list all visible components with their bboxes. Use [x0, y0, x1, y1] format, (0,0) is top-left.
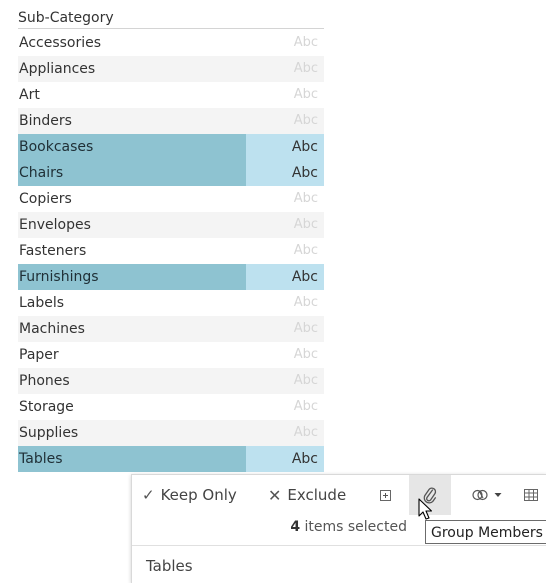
selection-count: 4 items selected: [132, 519, 407, 535]
sub-category-cell[interactable]: Art: [18, 82, 246, 108]
table-row[interactable]: Supplies Abc: [18, 420, 324, 446]
table-row[interactable]: Phones Abc: [18, 368, 324, 394]
mark-cell[interactable]: Abc: [246, 342, 324, 368]
sub-category-list: Accessories Abc Appliances Abc Art Abc Binders…: [18, 30, 324, 472]
sub-category-cell[interactable]: Paper: [18, 342, 246, 368]
mark-cell[interactable]: Abc: [246, 30, 324, 56]
table-row[interactable]: Storage Abc: [18, 394, 324, 420]
mark-cell[interactable]: Abc: [246, 134, 324, 160]
sub-category-cell[interactable]: Phones: [18, 368, 246, 394]
mark-cell[interactable]: Abc: [246, 108, 324, 134]
table-row[interactable]: Fasteners Abc: [18, 238, 324, 264]
sub-category-cell[interactable]: Accessories: [18, 30, 246, 56]
table-row[interactable]: Chairs Abc: [18, 160, 324, 186]
group-members-tooltip: Group Members: [425, 520, 546, 544]
mark-cell[interactable]: Abc: [246, 446, 324, 472]
table-row[interactable]: Tables Abc: [18, 446, 324, 472]
view-data-button[interactable]: [524, 475, 538, 515]
mark-cell[interactable]: Abc: [246, 264, 324, 290]
table-row[interactable]: Paper Abc: [18, 342, 324, 368]
column-header[interactable]: Sub-Category: [18, 8, 324, 29]
mark-cell[interactable]: Abc: [246, 238, 324, 264]
mark-cell[interactable]: Abc: [246, 56, 324, 82]
divider: [132, 545, 546, 546]
sub-category-cell[interactable]: Supplies: [18, 420, 246, 446]
mark-cell[interactable]: Abc: [246, 394, 324, 420]
table-row[interactable]: Copiers Abc: [18, 186, 324, 212]
exclude-label: Exclude: [287, 486, 347, 504]
sub-category-cell[interactable]: Storage: [18, 394, 246, 420]
table-row[interactable]: Machines Abc: [18, 316, 324, 342]
selected-count-text: items selected: [304, 519, 407, 535]
sub-category-cell[interactable]: Envelopes: [18, 212, 246, 238]
table-row[interactable]: Accessories Abc: [18, 30, 324, 56]
mouse-pointer-icon: [418, 498, 433, 520]
table-row[interactable]: Appliances Abc: [18, 56, 324, 82]
table-row[interactable]: Furnishings Abc: [18, 264, 324, 290]
selected-count-number: 4: [290, 519, 301, 535]
mark-cell[interactable]: Abc: [246, 212, 324, 238]
table-row[interactable]: Envelopes Abc: [18, 212, 324, 238]
exclude-button[interactable]: ✕ Exclude: [268, 475, 346, 515]
table-row[interactable]: Binders Abc: [18, 108, 324, 134]
keep-only-button[interactable]: ✓ Keep Only: [142, 475, 237, 515]
mark-cell[interactable]: Abc: [246, 368, 324, 394]
tooltip-field-value: Tables: [146, 557, 193, 575]
expand-button[interactable]: [374, 475, 396, 515]
checkmark-icon: ✓: [142, 486, 155, 504]
sub-category-cell[interactable]: Bookcases: [18, 134, 247, 160]
chevron-down-icon: [494, 493, 502, 497]
sub-category-cell[interactable]: Furnishings: [18, 264, 247, 290]
venn-icon: [472, 489, 488, 501]
tooltip-toolbar: ✓ Keep Only ✕ Exclude: [132, 475, 546, 515]
sub-category-cell[interactable]: Binders: [18, 108, 246, 134]
sub-category-cell[interactable]: Chairs: [18, 160, 247, 186]
table-row[interactable]: Labels Abc: [18, 290, 324, 316]
sub-category-cell[interactable]: Tables: [18, 446, 247, 472]
mark-cell[interactable]: Abc: [246, 316, 324, 342]
mark-cell[interactable]: Abc: [246, 186, 324, 212]
sub-category-cell[interactable]: Fasteners: [18, 238, 246, 264]
create-set-button[interactable]: [472, 475, 503, 515]
mark-cell[interactable]: Abc: [246, 290, 324, 316]
keep-only-label: Keep Only: [160, 486, 237, 504]
table-row[interactable]: Art Abc: [18, 82, 324, 108]
plus-box-icon: [379, 489, 391, 501]
sub-category-cell[interactable]: Labels: [18, 290, 246, 316]
x-icon: ✕: [268, 485, 282, 505]
sub-category-cell[interactable]: Appliances: [18, 56, 246, 82]
mark-cell[interactable]: Abc: [246, 160, 324, 186]
mark-cell[interactable]: Abc: [246, 420, 324, 446]
sub-category-cell[interactable]: Copiers: [18, 186, 246, 212]
grid-icon: [524, 489, 538, 501]
mark-cell[interactable]: Abc: [246, 82, 324, 108]
table-row[interactable]: Bookcases Abc: [18, 134, 324, 160]
sub-category-cell[interactable]: Machines: [18, 316, 246, 342]
